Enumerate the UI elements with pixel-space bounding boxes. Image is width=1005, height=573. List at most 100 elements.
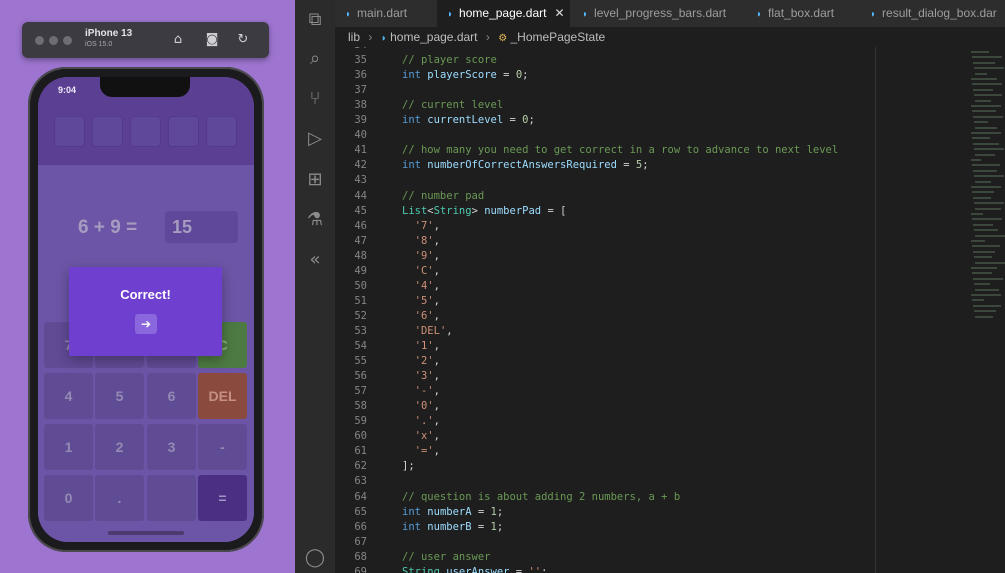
close-window-button[interactable] xyxy=(35,36,44,45)
line-number: 51 xyxy=(354,294,367,307)
minimap-line xyxy=(971,240,985,242)
minimap-line xyxy=(974,148,1004,151)
minimap-line xyxy=(971,51,989,53)
line-number: 61 xyxy=(354,445,367,458)
testing-icon[interactable]: ⚗ xyxy=(303,208,327,232)
flutter-icon[interactable]: « xyxy=(303,248,327,272)
extensions-icon[interactable]: ⊞ xyxy=(303,168,327,192)
key-2[interactable]: 2 xyxy=(95,424,144,470)
source-control-icon[interactable]: ⑂ xyxy=(303,87,327,111)
key-5[interactable]: 5 xyxy=(95,373,144,419)
key-1[interactable]: 1 xyxy=(44,424,93,470)
minimap-line xyxy=(972,56,1002,59)
minimap-line xyxy=(972,272,992,275)
minimap-line xyxy=(974,175,1004,178)
minimap-line xyxy=(972,191,994,194)
tab-main[interactable]: ◗ main.dart xyxy=(335,0,447,27)
account-icon[interactable]: ◯ xyxy=(303,546,327,570)
minimap-line xyxy=(975,207,1001,210)
line-number: 67 xyxy=(354,535,367,548)
key-DEL[interactable]: DEL xyxy=(198,373,247,419)
class-icon: ⚙ xyxy=(498,33,508,44)
home-icon[interactable]: ⌂ xyxy=(168,30,188,50)
key--[interactable]: - xyxy=(198,424,247,470)
code-editor[interactable]: 34 35 // player score 36 int playerScore = 0… xyxy=(335,47,875,573)
minimize-window-button[interactable] xyxy=(49,36,58,45)
code-line: '2', xyxy=(414,355,440,368)
activity-bar: ⧉ ⌕ ⑂ ▷ ⊞ ⚗ « ◯ xyxy=(295,0,335,573)
breadcrumb-file[interactable]: home_page.dart xyxy=(390,30,477,44)
minimap-line xyxy=(971,213,983,215)
line-number: 55 xyxy=(354,355,367,368)
minimap-line xyxy=(971,159,981,161)
minimap-line xyxy=(972,218,1002,221)
line-number: 36 xyxy=(354,69,367,82)
simulator-toolbar: iPhone 13 iOS 15.0 ⌂ ◙ ↻ xyxy=(22,22,269,58)
minimap-line xyxy=(973,304,1001,307)
code-line: '8', xyxy=(414,234,440,247)
line-number: 35 xyxy=(354,54,367,67)
tab-level-progress-bars[interactable]: ◗ level_progress_bars.dart xyxy=(570,0,756,27)
dart-file-icon: ◗ xyxy=(582,9,589,20)
key-6[interactable]: 6 xyxy=(147,373,196,419)
line-number: 65 xyxy=(354,505,367,518)
line-number: 44 xyxy=(354,189,367,202)
close-tab-icon[interactable]: ✕ xyxy=(554,6,564,20)
key-4[interactable]: 4 xyxy=(44,373,93,419)
progress-box xyxy=(54,116,85,147)
code-line: '4', xyxy=(414,279,440,292)
code-line: '=', xyxy=(414,445,440,458)
run-debug-icon[interactable]: ▷ xyxy=(303,127,327,151)
minimap-line xyxy=(972,164,1000,167)
progress-box xyxy=(92,116,123,147)
line-number: 52 xyxy=(354,309,367,322)
minimap-line xyxy=(974,310,996,313)
tab-home-page[interactable]: ◗ home_page.dart ✕ xyxy=(437,0,580,27)
explorer-icon[interactable]: ⧉ xyxy=(303,8,327,32)
key-.[interactable]: . xyxy=(95,475,144,521)
minimap-line xyxy=(971,294,1001,296)
next-arrow-button[interactable]: ➔ xyxy=(135,314,157,334)
tab-flat-box[interactable]: ◗ flat_box.dart xyxy=(744,0,870,27)
minimap-line xyxy=(975,315,993,318)
zoom-window-button[interactable] xyxy=(63,36,72,45)
minimap[interactable] xyxy=(875,47,1005,573)
key-=[interactable]: = xyxy=(198,475,247,521)
minimap-line xyxy=(972,83,1002,86)
breadcrumb-symbol[interactable]: _HomePageState xyxy=(511,30,606,44)
home-indicator xyxy=(108,531,184,535)
code-line: List<String> numberPad = [ xyxy=(402,204,567,217)
key-blank[interactable] xyxy=(147,475,196,521)
answer-field[interactable]: 15 xyxy=(165,211,238,243)
minimap-line xyxy=(974,229,998,232)
minimap-line xyxy=(973,277,1003,280)
code-line: '7', xyxy=(414,219,440,232)
key-0[interactable]: 0 xyxy=(44,475,93,521)
tab-result-dialog-box[interactable]: ◗ result_dialog_box.dar xyxy=(858,0,1005,27)
minimap-line xyxy=(974,94,1002,97)
code-line: int numberOfCorrectAnswersRequired = 5; xyxy=(402,159,649,172)
minimap-line xyxy=(972,299,984,302)
screenshot-icon[interactable]: ◙ xyxy=(202,30,222,50)
dart-file-icon: ◗ xyxy=(380,33,387,44)
code-line: 'C', xyxy=(414,264,440,277)
minimap-line xyxy=(975,72,987,75)
minimap-line xyxy=(972,137,990,140)
line-number: 68 xyxy=(354,550,367,563)
line-number: 57 xyxy=(354,385,367,398)
search-icon[interactable]: ⌕ xyxy=(303,47,327,71)
minimap-line xyxy=(974,67,1004,70)
minimap-line xyxy=(973,223,993,226)
minimap-line xyxy=(975,234,1005,237)
progress-box xyxy=(206,116,237,147)
breadcrumb-folder[interactable]: lib xyxy=(348,30,360,44)
line-number: 63 xyxy=(354,475,367,488)
minimap-line xyxy=(971,78,997,80)
rotate-icon[interactable]: ↻ xyxy=(233,30,253,50)
minimap-line xyxy=(971,105,1001,107)
line-number: 66 xyxy=(354,520,367,533)
line-number: 49 xyxy=(354,264,367,277)
key-3[interactable]: 3 xyxy=(147,424,196,470)
minimap-line xyxy=(973,115,1003,118)
line-number: 53 xyxy=(354,324,367,337)
